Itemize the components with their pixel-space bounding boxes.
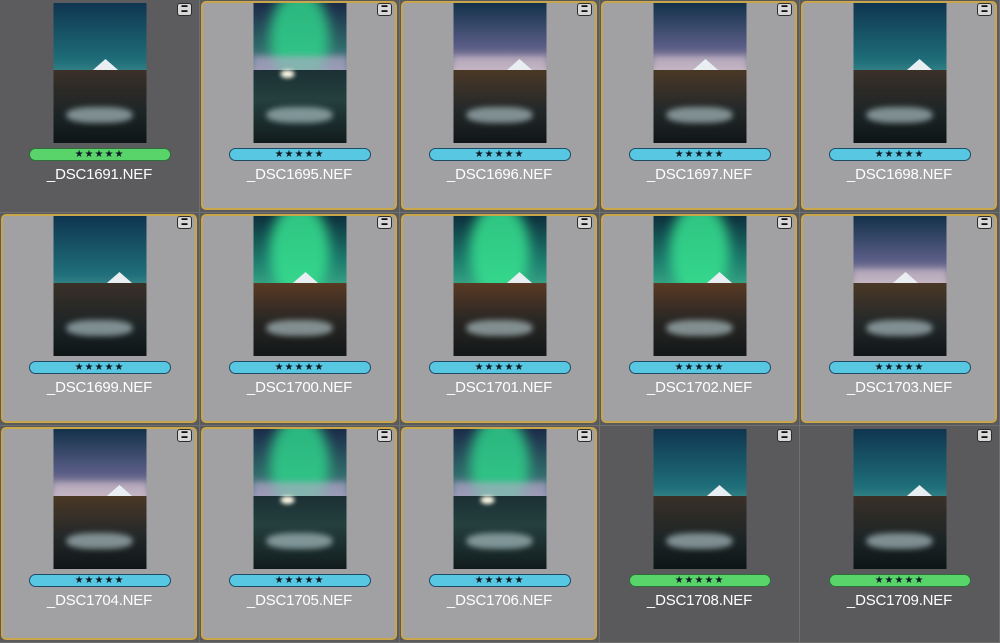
stack-badge-icon[interactable]: ▬ ▬: [577, 429, 592, 442]
stack-badge-icon[interactable]: ▬ ▬: [377, 216, 392, 229]
thumbnail-cell[interactable]: ▬ ▬ ★★★★★ _DSC1695.NEF: [200, 0, 400, 213]
photo-thumbnail[interactable]: [653, 429, 746, 569]
thumbnail-water: [266, 532, 333, 550]
filename-label: _DSC1706.NEF: [446, 592, 553, 609]
rating-label[interactable]: ★★★★★: [828, 574, 971, 587]
rating-label[interactable]: ★★★★★: [28, 148, 171, 161]
filename-label: _DSC1696.NEF: [446, 166, 553, 183]
thumbnail-water: [66, 319, 133, 337]
filename-label: _DSC1704.NEF: [46, 592, 153, 609]
photo-thumbnail[interactable]: [253, 3, 346, 143]
filename-label: _DSC1697.NEF: [646, 166, 753, 183]
stack-badge-icon[interactable]: ▬ ▬: [777, 216, 792, 229]
thumbnail-cell[interactable]: ▬ ▬ ★★★★★ _DSC1704.NEF: [0, 426, 200, 643]
thumbnail-cell[interactable]: ▬ ▬ ★★★★★ _DSC1696.NEF: [400, 0, 600, 213]
thumbnail-water: [666, 532, 733, 550]
filename-label: _DSC1699.NEF: [46, 379, 153, 396]
filename-label: _DSC1701.NEF: [446, 379, 553, 396]
filename-label: _DSC1698.NEF: [846, 166, 953, 183]
rating-label[interactable]: ★★★★★: [628, 361, 771, 374]
rating-label[interactable]: ★★★★★: [828, 148, 971, 161]
photo-thumbnail[interactable]: [253, 429, 346, 569]
rating-label[interactable]: ★★★★★: [228, 361, 371, 374]
rating-label[interactable]: ★★★★★: [828, 361, 971, 374]
filename-label: _DSC1705.NEF: [246, 592, 353, 609]
thumbnail-water: [466, 532, 533, 550]
thumbnail-water: [866, 532, 933, 550]
rating-label[interactable]: ★★★★★: [428, 148, 571, 161]
thumbnail-grid: ▬ ▬ ★★★★★ _DSC1691.NEF ▬ ▬ ★★★★★ _DSC1695.NEF ▬ ▬…: [0, 0, 1000, 643]
stack-badge-icon[interactable]: ▬ ▬: [177, 216, 192, 229]
thumbnail-water: [266, 319, 333, 337]
photo-thumbnail[interactable]: [853, 216, 946, 356]
filename-label: _DSC1695.NEF: [246, 166, 353, 183]
thumbnail-cell[interactable]: ▬ ▬ ★★★★★ _DSC1706.NEF: [400, 426, 600, 643]
stack-badge-icon[interactable]: ▬ ▬: [977, 3, 992, 16]
rating-label[interactable]: ★★★★★: [428, 361, 571, 374]
rating-label[interactable]: ★★★★★: [28, 574, 171, 587]
photo-thumbnail[interactable]: [853, 429, 946, 569]
filename-label: _DSC1703.NEF: [846, 379, 953, 396]
photo-thumbnail[interactable]: [453, 3, 546, 143]
photo-thumbnail[interactable]: [653, 216, 746, 356]
thumbnail-water: [666, 106, 733, 124]
thumbnail-cell[interactable]: ▬ ▬ ★★★★★ _DSC1691.NEF: [0, 0, 200, 213]
thumbnail-water: [266, 106, 333, 124]
thumbnail-cell[interactable]: ▬ ▬ ★★★★★ _DSC1708.NEF: [600, 426, 800, 643]
stack-badge-icon[interactable]: ▬ ▬: [177, 429, 192, 442]
thumbnail-cell[interactable]: ▬ ▬ ★★★★★ _DSC1702.NEF: [600, 213, 800, 426]
thumbnail-cell[interactable]: ▬ ▬ ★★★★★ _DSC1700.NEF: [200, 213, 400, 426]
stack-badge-icon[interactable]: ▬ ▬: [977, 429, 992, 442]
thumbnail-cell[interactable]: ▬ ▬ ★★★★★ _DSC1701.NEF: [400, 213, 600, 426]
stack-badge-icon[interactable]: ▬ ▬: [577, 3, 592, 16]
stack-badge-icon[interactable]: ▬ ▬: [777, 429, 792, 442]
rating-label[interactable]: ★★★★★: [228, 574, 371, 587]
thumbnail-water: [466, 106, 533, 124]
rating-label[interactable]: ★★★★★: [28, 361, 171, 374]
thumbnail-cell[interactable]: ▬ ▬ ★★★★★ _DSC1703.NEF: [800, 213, 1000, 426]
stack-badge-icon[interactable]: ▬ ▬: [177, 3, 192, 16]
photo-thumbnail[interactable]: [53, 429, 146, 569]
photo-thumbnail[interactable]: [853, 3, 946, 143]
photo-thumbnail[interactable]: [453, 216, 546, 356]
thumbnail-cell[interactable]: ▬ ▬ ★★★★★ _DSC1698.NEF: [800, 0, 1000, 213]
photo-thumbnail[interactable]: [453, 429, 546, 569]
thumbnail-water: [66, 106, 133, 124]
rating-label[interactable]: ★★★★★: [628, 148, 771, 161]
thumbnail-cell[interactable]: ▬ ▬ ★★★★★ _DSC1705.NEF: [200, 426, 400, 643]
thumbnail-cell[interactable]: ▬ ▬ ★★★★★ _DSC1709.NEF: [800, 426, 1000, 643]
thumbnail-water: [66, 532, 133, 550]
filename-label: _DSC1708.NEF: [646, 592, 753, 609]
thumbnail-water: [866, 319, 933, 337]
stack-badge-icon[interactable]: ▬ ▬: [377, 3, 392, 16]
filename-label: _DSC1702.NEF: [646, 379, 753, 396]
rating-label[interactable]: ★★★★★: [628, 574, 771, 587]
rating-label[interactable]: ★★★★★: [228, 148, 371, 161]
rating-label[interactable]: ★★★★★: [428, 574, 571, 587]
photo-thumbnail[interactable]: [653, 3, 746, 143]
thumbnail-water: [866, 106, 933, 124]
stack-badge-icon[interactable]: ▬ ▬: [977, 216, 992, 229]
filename-label: _DSC1691.NEF: [46, 166, 153, 183]
stack-badge-icon[interactable]: ▬ ▬: [577, 216, 592, 229]
thumbnail-cell[interactable]: ▬ ▬ ★★★★★ _DSC1699.NEF: [0, 213, 200, 426]
thumbnail-water: [666, 319, 733, 337]
stack-badge-icon[interactable]: ▬ ▬: [377, 429, 392, 442]
stack-badge-icon[interactable]: ▬ ▬: [777, 3, 792, 16]
thumbnail-cell[interactable]: ▬ ▬ ★★★★★ _DSC1697.NEF: [600, 0, 800, 213]
filename-label: _DSC1709.NEF: [846, 592, 953, 609]
filename-label: _DSC1700.NEF: [246, 379, 353, 396]
thumbnail-water: [466, 319, 533, 337]
photo-thumbnail[interactable]: [53, 216, 146, 356]
photo-thumbnail[interactable]: [253, 216, 346, 356]
photo-thumbnail[interactable]: [53, 3, 146, 143]
